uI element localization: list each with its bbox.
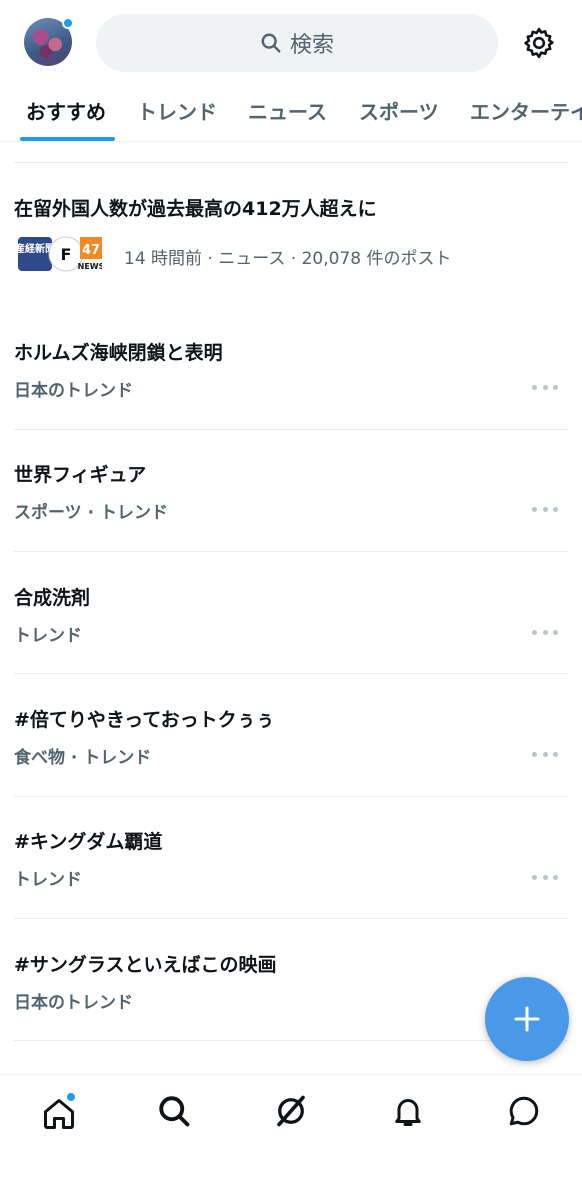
tab-sports[interactable]: スポーツ — [359, 96, 439, 125]
top-bar: 検索 — [0, 0, 582, 86]
divider — [14, 796, 568, 797]
more-icon[interactable] — [532, 749, 558, 759]
news-source-icons: 産経新聞 F 47 NEWS — [18, 236, 102, 272]
more-icon[interactable] — [532, 627, 558, 637]
trend-title: #サングラスといえばこの映画 — [14, 954, 277, 976]
compose-post-button[interactable] — [485, 977, 569, 1061]
trend-meta: スポーツ · トレンド — [14, 503, 168, 523]
more-icon[interactable] — [532, 872, 558, 882]
grok-icon[interactable] — [273, 1093, 309, 1129]
nav-home[interactable] — [38, 1092, 80, 1135]
avatar-notification-badge — [62, 17, 74, 29]
trend-title: #キングダム覇道 — [14, 831, 163, 853]
divider — [14, 673, 568, 674]
divider — [14, 551, 568, 552]
plus-icon — [514, 1006, 540, 1032]
search-icon[interactable] — [156, 1093, 192, 1129]
divider — [14, 918, 568, 919]
bell-icon[interactable] — [390, 1093, 426, 1129]
bottom-navigation — [0, 1074, 582, 1199]
search-placeholder: 検索 — [289, 33, 334, 58]
trend-title: ホルムズ海峡閉鎖と表明 — [14, 342, 223, 364]
more-icon[interactable] — [532, 504, 558, 514]
trend-title: #倍てりやきっておっトクぅぅ — [14, 709, 275, 731]
gear-icon[interactable] — [522, 26, 556, 60]
trend-meta: トレンド — [14, 626, 82, 646]
search-input[interactable]: 検索 — [96, 14, 498, 72]
trend-meta: 日本のトレンド — [14, 993, 133, 1013]
tab-news[interactable]: ニュース — [248, 96, 327, 125]
explore-screen: 検索 おすすめ トレンド ニュース スポーツ エンターテイ 在留外国人数が過去最… — [0, 0, 582, 1199]
tab-for-you[interactable]: おすすめ — [26, 96, 106, 125]
trend-meta: 日本のトレンド — [14, 381, 133, 401]
divider — [14, 1040, 568, 1041]
avatar[interactable] — [24, 17, 74, 66]
chat-bubble-icon[interactable] — [506, 1093, 542, 1129]
47news-logo-icon: 47 NEWS — [78, 237, 102, 271]
more-icon[interactable] — [532, 382, 558, 392]
trend-meta: 食べ物 · トレンド — [14, 748, 152, 768]
explore-tabs: おすすめ トレンド ニュース スポーツ エンターテイ — [0, 86, 582, 142]
tab-entertainment[interactable]: エンターテイ — [470, 96, 582, 125]
news-meta: 14 時間前 · ニュース · 20,078 件のポスト — [124, 249, 452, 269]
svg-text:47: 47 — [82, 243, 100, 258]
divider — [14, 162, 568, 163]
trend-title: 世界フィギュア — [14, 464, 147, 486]
trend-meta: トレンド — [14, 870, 82, 890]
svg-text:NEWS: NEWS — [78, 262, 102, 271]
divider — [14, 429, 568, 430]
news-title: 在留外国人数が過去最高の412万人超えに — [14, 198, 377, 220]
active-tab-indicator — [20, 137, 115, 141]
home-notification-badge — [66, 1092, 76, 1102]
tab-trending[interactable]: トレンド — [137, 96, 217, 125]
svg-text:F: F — [61, 245, 72, 264]
search-icon — [261, 33, 281, 53]
trend-title: 合成洗剤 — [14, 587, 91, 609]
